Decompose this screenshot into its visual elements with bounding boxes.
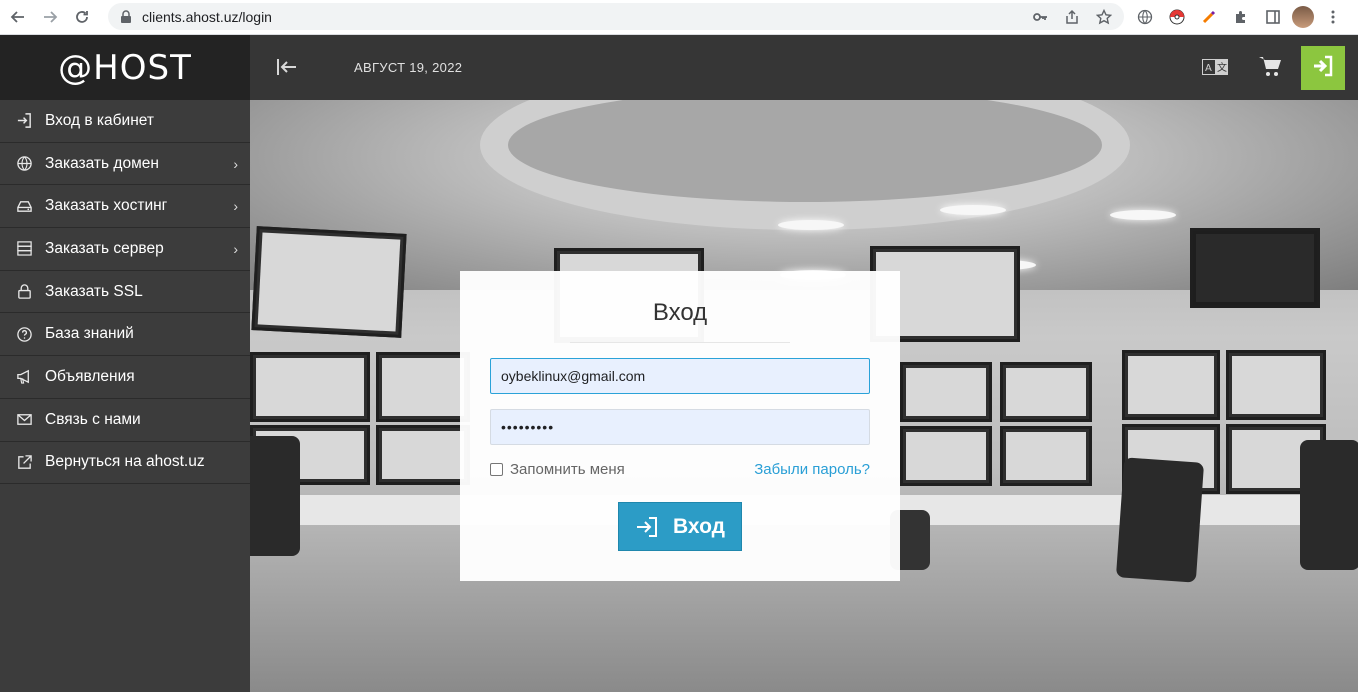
sidebar-item-back-to-site[interactable]: Вернуться на ahost.uz [0,442,250,485]
color-picker-extension-icon[interactable] [1196,4,1222,30]
lock-icon [14,282,34,302]
remember-label: Запомнить меня [510,461,625,478]
sign-in-icon [1312,55,1334,82]
external-link-icon [14,452,34,472]
login-title: Вход [652,299,708,326]
sidebar-item-announcements[interactable]: Объявления [0,356,250,399]
pokeball-extension-icon[interactable] [1164,4,1190,30]
sidebar-item-hosting[interactable]: Заказать хостинг › [0,185,250,229]
sidebar-item-label: Объявления [45,367,135,385]
sidebar-item-login[interactable]: Вход в кабинет [0,100,250,143]
sidebar-item-label: Вернуться на ahost.uz [45,453,205,471]
remember-checkbox[interactable] [490,463,503,476]
forward-icon[interactable] [36,3,64,31]
reload-icon[interactable] [68,3,96,31]
sidebar-item-label: Вход в кабинет [45,111,154,129]
cart-icon[interactable] [1258,55,1282,77]
sidebar-item-server[interactable]: Заказать сервер › [0,228,250,271]
collapse-sidebar-icon[interactable] [276,57,298,77]
sidebar-item-knowledgebase[interactable]: База знаний [0,313,250,357]
top-header: АВГУСТ 19, 2022 A文 [250,35,1358,100]
sidebar-item-domain[interactable]: Заказать домен › [0,143,250,186]
title-divider [570,342,790,343]
sidebar-item-label: Заказать SSL [45,282,143,300]
forgot-password-link[interactable]: Забыли пароль? [754,461,870,478]
url-text: clients.ahost.uz/login [142,8,272,25]
envelope-icon [14,410,34,430]
puzzle-icon[interactable] [1228,4,1254,30]
hdd-icon [14,196,34,216]
sidebar-item-label: Заказать домен [45,154,159,172]
lock-icon [120,9,132,24]
server-icon [14,239,34,259]
share-icon[interactable] [1060,5,1084,29]
sidebar-item-contact[interactable]: Связь с нами [0,399,250,442]
key-icon[interactable] [1028,5,1052,29]
profile-avatar[interactable] [1292,6,1314,28]
sidepanel-icon[interactable] [1260,4,1286,30]
megaphone-icon [14,367,34,387]
sidebar-item-label: База знаний [45,325,134,343]
sidebar-item-ssl[interactable]: Заказать SSL [0,271,250,314]
sidebar: @HOST Вход в кабинет Заказать домен › За… [0,35,250,692]
login-submit-button[interactable]: Вход [618,502,742,551]
address-bar[interactable]: clients.ahost.uz/login [108,3,1124,30]
chevron-right-icon: › [233,198,238,215]
svg-text:文: 文 [1217,61,1227,74]
globe-icon [14,154,34,174]
sidebar-item-label: Связь с нами [45,410,141,428]
remember-me[interactable]: Запомнить меня [490,461,625,478]
login-header-button[interactable] [1301,46,1345,90]
question-icon [14,324,34,344]
login-icon [14,111,34,131]
password-field[interactable]: ••••••••• [490,409,870,445]
browser-toolbar: clients.ahost.uz/login [0,0,1358,35]
kebab-menu-icon[interactable] [1320,4,1346,30]
sign-in-icon [635,516,659,538]
submit-label: Вход [673,514,725,538]
chevron-right-icon: › [233,240,238,257]
chevron-right-icon: › [233,155,238,172]
globe-extension-icon[interactable] [1132,4,1158,30]
sidebar-item-label: Заказать хостинг [45,197,168,215]
email-field[interactable]: oybeklinux@gmail.com [490,358,870,394]
login-card: Вход oybeklinux@gmail.com ••••••••• Запо… [460,271,900,581]
back-icon[interactable] [4,3,32,31]
svg-text:A: A [1205,63,1212,74]
language-icon[interactable]: A文 [1202,59,1228,75]
current-date: АВГУСТ 19, 2022 [354,60,463,75]
star-icon[interactable] [1092,5,1116,29]
site-logo[interactable]: @HOST [0,35,250,100]
sidebar-item-label: Заказать сервер [45,239,164,257]
